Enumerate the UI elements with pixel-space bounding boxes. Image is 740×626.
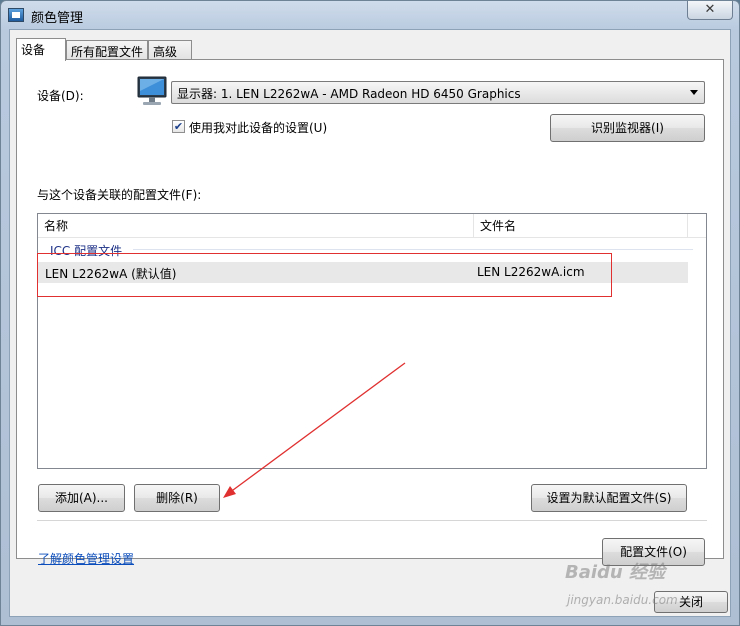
profile-name: LEN L2262wA (默认值)	[45, 267, 177, 281]
use-my-settings-checkbox[interactable]: ✔	[172, 120, 185, 133]
device-select-value: 显示器: 1. LEN L2262wA - AMD Radeon HD 6450…	[177, 87, 521, 101]
title-bar[interactable]: 颜色管理 ✕	[1, 1, 739, 29]
column-name[interactable]: 名称	[38, 214, 474, 238]
pointer-arrow-annotation	[223, 362, 406, 498]
chevron-down-icon	[690, 90, 698, 95]
device-label: 设备(D):	[37, 89, 84, 103]
watermark-logo: Baidu 经验	[565, 562, 666, 583]
column-filename[interactable]: 文件名	[474, 214, 688, 238]
close-icon: ✕	[704, 2, 716, 17]
close-window-button[interactable]: ✕	[687, 1, 733, 20]
app-icon	[8, 8, 24, 22]
checkmark-icon: ✔	[173, 120, 184, 133]
use-my-settings-label[interactable]: 使用我对此设备的设置(U)	[189, 119, 327, 136]
table-row[interactable]: LEN L2262wA (默认值) LEN L2262wA.icm	[38, 262, 688, 283]
learn-color-settings-link[interactable]: 了解颜色管理设置	[38, 550, 134, 567]
group-divider	[133, 249, 693, 250]
tab-devices[interactable]: 设备	[16, 38, 66, 61]
device-select[interactable]: 显示器: 1. LEN L2262wA - AMD Radeon HD 6450…	[171, 81, 705, 104]
identify-monitors-button[interactable]: 识别监视器(I)	[550, 114, 705, 142]
color-management-window: 颜色管理 ✕ 设备 所有配置文件 高级 设备(D): 显示器: 1. LEN L…	[0, 0, 740, 626]
remove-profile-button[interactable]: 删除(R)	[134, 484, 220, 512]
icc-group-header: ICC 配置文件	[50, 244, 123, 258]
monitor-icon	[137, 76, 167, 105]
watermark-url: jingyan.baidu.com	[567, 593, 678, 607]
list-header: 名称 文件名	[38, 214, 706, 238]
window-title: 颜色管理	[31, 11, 84, 26]
dialog-client: 设备 所有配置文件 高级 设备(D): 显示器: 1. LEN L2262wA …	[9, 29, 731, 617]
add-profile-button[interactable]: 添加(A)...	[38, 484, 125, 512]
tab-advanced[interactable]: 高级	[148, 40, 192, 60]
profile-file: LEN L2262wA.icm	[477, 265, 585, 279]
set-default-profile-button[interactable]: 设置为默认配置文件(S)	[531, 484, 687, 512]
panel-divider	[37, 520, 707, 521]
devices-panel: 设备(D): 显示器: 1. LEN L2262wA - AMD Radeon …	[16, 59, 724, 566]
tab-all-profiles[interactable]: 所有配置文件	[66, 40, 148, 60]
profiles-section-label: 与这个设备关联的配置文件(F):	[37, 188, 202, 202]
